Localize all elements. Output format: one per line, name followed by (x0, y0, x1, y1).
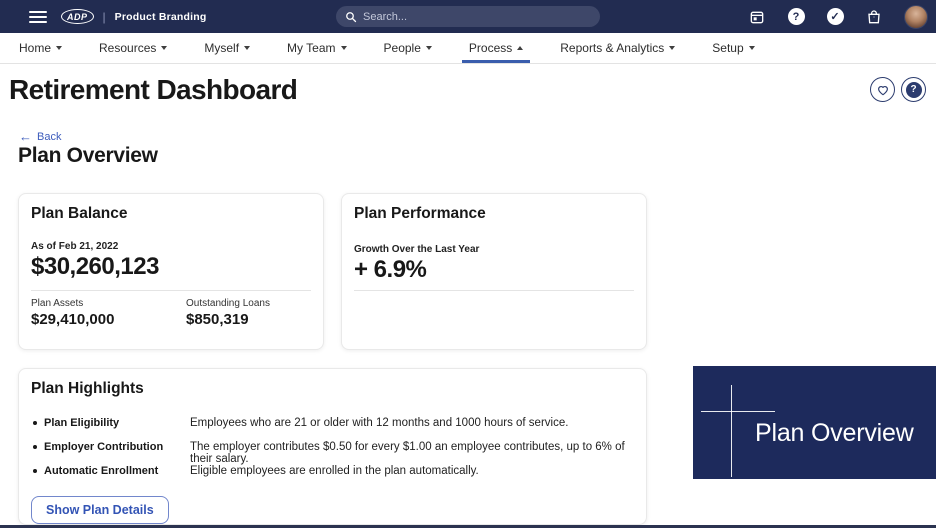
nav-item-my-team[interactable]: My Team (282, 33, 351, 63)
chevron-up-icon (517, 46, 524, 50)
primary-nav: Home Resources Myself My Team People Pro… (0, 33, 936, 64)
topbar-divider: | (102, 9, 106, 24)
check-glyph: ✓ (826, 8, 844, 25)
plan-highlights-card: Plan Highlights Plan Eligibility Employe… (18, 368, 647, 525)
nav-item-reports-analytics[interactable]: Reports & Analytics (555, 33, 680, 63)
search-input[interactable] (363, 10, 563, 23)
nav-item-resources[interactable]: Resources (94, 33, 172, 63)
nav-label: My Team (287, 41, 336, 55)
chevron-down-icon (244, 46, 251, 50)
tasks-check-icon[interactable]: ✓ (826, 8, 844, 26)
chevron-down-icon (161, 46, 168, 50)
chevron-down-icon (425, 46, 432, 50)
plan-performance-card: Plan Performance Growth Over the Last Ye… (341, 193, 647, 350)
highlight-description: Eligible employees are enrolled in the p… (190, 465, 479, 477)
banner-cross-vertical-line (731, 385, 732, 477)
favorite-button[interactable] (870, 77, 895, 102)
help-button[interactable]: ? (901, 77, 926, 102)
back-arrow-icon: ← (19, 129, 32, 144)
stat-label: Outstanding Loans (186, 298, 270, 309)
product-branding-label: Product Branding (114, 10, 207, 23)
chevron-down-icon (748, 46, 755, 50)
highlight-row-automatic-enrollment: Automatic Enrollment Eligible employees … (31, 465, 634, 477)
show-plan-details-button[interactable]: Show Plan Details (31, 496, 169, 524)
bullet-icon (33, 445, 37, 449)
highlight-row-employer-contribution: Employer Contribution The employer contr… (31, 441, 634, 465)
bullet-icon (33, 421, 37, 425)
stat-plan-assets: Plan Assets $29,410,000 (31, 298, 114, 328)
bullet-icon (33, 469, 37, 473)
top-app-bar: ADP | Product Branding ? ✓ (0, 0, 936, 33)
highlight-description: The employer contributes $0.50 for every… (190, 441, 625, 465)
heart-icon (877, 85, 888, 95)
plan-balance-card: Plan Balance As of Feb 21, 2022 $30,260,… (18, 193, 324, 350)
stat-value: $29,410,000 (31, 311, 115, 328)
stat-value: $850,319 (186, 311, 249, 328)
page-title: Retirement Dashboard (9, 74, 298, 105)
shopping-bag-icon[interactable] (865, 8, 883, 26)
highlight-label: Employer Contribution (44, 441, 164, 453)
nav-item-people[interactable]: People (379, 33, 437, 63)
card-divider (354, 290, 634, 291)
plan-balance-amount: $30,260,123 (31, 253, 159, 280)
chevron-down-icon (669, 46, 676, 50)
card-title: Plan Balance (31, 205, 128, 222)
back-link[interactable]: ← Back (19, 130, 61, 143)
hamburger-menu-icon[interactable] (29, 10, 47, 23)
highlight-label: Plan Eligibility (44, 417, 120, 429)
help-icon[interactable]: ? (787, 8, 805, 26)
stat-label: Plan Assets (31, 298, 84, 309)
highlight-description: Employees who are 21 or older with 12 mo… (190, 417, 569, 429)
calendar-icon[interactable] (748, 8, 766, 26)
highlight-label: Automatic Enrollment (44, 465, 159, 477)
growth-value: + 6.9% (354, 256, 427, 283)
as-of-date: As of Feb 21, 2022 (31, 241, 119, 252)
chevron-down-icon (56, 46, 63, 50)
nav-label: Process (468, 41, 513, 55)
nav-item-setup[interactable]: Setup (707, 33, 759, 63)
plan-overview-banner: Plan Overview (693, 366, 936, 479)
help-glyph: ? (787, 8, 805, 25)
nav-label: Setup (712, 41, 744, 55)
question-icon: ? (905, 81, 922, 98)
nav-label: People (383, 41, 421, 55)
topbar-actions: ? ✓ (748, 0, 928, 33)
user-avatar[interactable] (904, 4, 928, 29)
card-title: Plan Performance (354, 205, 486, 222)
nav-item-myself[interactable]: Myself (199, 33, 255, 63)
banner-title: Plan Overview (755, 419, 914, 447)
nav-item-process[interactable]: Process (461, 33, 531, 63)
nav-label: Reports & Analytics (560, 41, 665, 55)
search-bar[interactable] (336, 6, 600, 27)
card-divider (31, 290, 311, 291)
nav-item-home[interactable]: Home (14, 33, 67, 63)
stat-outstanding-loans: Outstanding Loans $850,319 (186, 298, 270, 328)
retirement-dashboard-page: ADP | Product Branding ? ✓ (0, 0, 936, 528)
search-icon (346, 11, 357, 22)
growth-label: Growth Over the Last Year (354, 244, 480, 255)
highlight-row-plan-eligibility: Plan Eligibility Employees who are 21 or… (31, 417, 634, 429)
nav-label: Myself (204, 41, 240, 55)
adp-logo: ADP (61, 9, 94, 24)
card-title: Plan Highlights (31, 380, 144, 397)
nav-label: Home (19, 41, 52, 55)
back-label: Back (37, 130, 62, 143)
nav-label: Resources (99, 41, 157, 55)
chevron-down-icon (340, 46, 347, 50)
section-title: Plan Overview (18, 144, 158, 167)
banner-cross-horizontal-line (701, 411, 775, 412)
page-title-actions: ? (870, 77, 926, 102)
